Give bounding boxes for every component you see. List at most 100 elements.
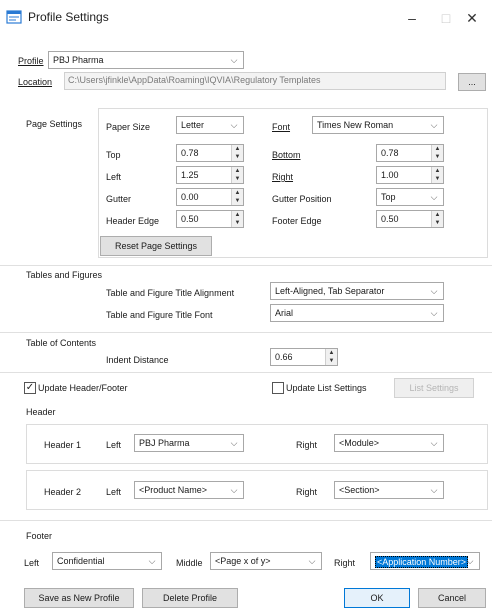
profile-settings-icon (6, 10, 22, 24)
header1-left-label: Left (106, 440, 122, 450)
spin-arrows-icon[interactable]: ▲ ▼ (431, 211, 443, 227)
footer-right-label: Right (334, 558, 356, 568)
chevron-down-icon: ⌵ (230, 120, 238, 130)
spin-arrows-icon[interactable]: ▲ ▼ (231, 167, 243, 183)
chevron-down-icon: ⌵ (308, 556, 316, 566)
page-settings-section-label: Page Settings (26, 119, 83, 129)
header1-right-label: Right (296, 440, 318, 450)
footer-middle-value: <Page x of y> (215, 556, 271, 566)
chevron-down-icon: ⌵ (430, 120, 438, 130)
header1-left-value: PBJ Pharma (139, 438, 190, 448)
header1-left-dropdown[interactable]: PBJ Pharma ⌵ (134, 434, 244, 452)
spin-arrows-icon[interactable]: ▲ ▼ (231, 211, 243, 227)
header-edge-label: Header Edge (106, 216, 160, 226)
header1-right-value: <Module> (339, 438, 380, 448)
chevron-down-icon: ⌵ (230, 55, 238, 65)
divider (0, 520, 492, 521)
bottom-stepper[interactable]: 0.78 ▲ ▼ (376, 144, 444, 162)
footer-left-dropdown[interactable]: Confidential ⌵ (52, 552, 162, 570)
header2-left-label: Left (106, 487, 122, 497)
font-label: Font (272, 122, 291, 132)
footer-section-label: Footer (26, 531, 53, 541)
cancel-button[interactable]: Cancel (418, 588, 486, 608)
profile-label: Profile (18, 56, 44, 66)
title-bar: Profile Settings – □ ✕ (0, 0, 492, 36)
title-font-dropdown[interactable]: Arial ⌵ (270, 304, 444, 322)
tables-figures-section-label: Tables and Figures (26, 270, 103, 280)
top-value: 0.78 (181, 148, 199, 158)
header2-label: Header 2 (44, 487, 82, 497)
font-value: Times New Roman (317, 120, 394, 130)
title-font-label: Table and Figure Title Font (106, 310, 213, 320)
top-stepper[interactable]: 0.78 ▲ ▼ (176, 144, 244, 162)
paper-size-dropdown[interactable]: Letter ⌵ (176, 116, 244, 134)
chevron-down-icon: ⌵ (430, 308, 438, 318)
footer-edge-label: Footer Edge (272, 216, 322, 226)
update-list-settings-label[interactable]: Update List Settings (286, 383, 367, 393)
header2-right-label: Right (296, 487, 318, 497)
footer-middle-dropdown[interactable]: <Page x of y> ⌵ (210, 552, 322, 570)
left-label: Left (106, 172, 122, 182)
footer-right-dropdown[interactable]: <Application Number> ⌵ (370, 552, 480, 570)
ok-button[interactable]: OK (344, 588, 410, 608)
checkmark-icon: ✓ (25, 382, 35, 393)
title-font-value: Arial (275, 308, 294, 318)
right-stepper[interactable]: 1.00 ▲ ▼ (376, 166, 444, 184)
gutter-position-label: Gutter Position (272, 194, 332, 204)
paper-size-label: Paper Size (106, 122, 151, 132)
footer-edge-stepper[interactable]: 0.50 ▲ ▼ (376, 210, 444, 228)
location-label: Location (18, 77, 53, 87)
title-alignment-dropdown[interactable]: Left-Aligned, Tab Separator ⌵ (270, 282, 444, 300)
spin-arrows-icon[interactable]: ▲ ▼ (231, 189, 243, 205)
gutter-position-dropdown[interactable]: Top ⌵ (376, 188, 444, 206)
gutter-label: Gutter (106, 194, 132, 204)
footer-left-label: Left (24, 558, 40, 568)
chevron-down-icon: ⌵ (148, 556, 156, 566)
paper-size-value: Letter (181, 120, 205, 130)
close-button[interactable]: ✕ (452, 0, 492, 36)
divider (0, 265, 492, 266)
header-section-label: Header (26, 407, 56, 417)
gutter-value: 0.00 (181, 192, 199, 202)
browse-button[interactable]: ... (458, 73, 486, 91)
spin-arrows-icon[interactable]: ▲ ▼ (325, 349, 337, 365)
save-as-new-profile-button[interactable]: Save as New Profile (24, 588, 134, 608)
header2-left-dropdown[interactable]: <Product Name> ⌵ (134, 481, 244, 499)
spin-arrows-icon[interactable]: ▲ ▼ (431, 145, 443, 161)
window-title: Profile Settings (28, 10, 109, 24)
footer-edge-value: 0.50 (381, 214, 399, 224)
bottom-value: 0.78 (381, 148, 399, 158)
left-stepper[interactable]: 1.25 ▲ ▼ (176, 166, 244, 184)
chevron-down-icon: ⌵ (430, 192, 438, 202)
spin-arrows-icon[interactable]: ▲ ▼ (231, 145, 243, 161)
spin-arrows-icon[interactable]: ▲ ▼ (431, 167, 443, 183)
delete-profile-button[interactable]: Delete Profile (142, 588, 238, 608)
list-settings-button: List Settings (394, 378, 474, 398)
indent-distance-label: Indent Distance (106, 355, 169, 365)
header2-left-value: <Product Name> (139, 485, 208, 495)
font-dropdown[interactable]: Times New Roman ⌵ (312, 116, 444, 134)
update-list-settings-checkbox[interactable] (272, 382, 284, 394)
chevron-down-icon: ⌵ (230, 438, 238, 448)
left-value: 1.25 (181, 170, 199, 180)
header-edge-stepper[interactable]: 0.50 ▲ ▼ (176, 210, 244, 228)
update-header-footer-label[interactable]: Update Header/Footer (38, 383, 128, 393)
reset-page-settings-button[interactable]: Reset Page Settings (100, 236, 212, 256)
chevron-down-icon: ⌵ (430, 485, 438, 495)
indent-distance-stepper[interactable]: 0.66 ▲ ▼ (270, 348, 338, 366)
update-header-footer-checkbox[interactable]: ✓ (24, 382, 36, 394)
footer-left-value: Confidential (57, 556, 105, 566)
gutter-position-value: Top (381, 192, 396, 202)
chevron-down-icon: ⌵ (230, 485, 238, 495)
title-alignment-value: Left-Aligned, Tab Separator (275, 286, 385, 296)
chevron-down-icon: ⌵ (466, 556, 474, 566)
header1-right-dropdown[interactable]: <Module> ⌵ (334, 434, 444, 452)
title-alignment-label: Table and Figure Title Alignment (106, 288, 235, 298)
profile-dropdown[interactable]: PBJ Pharma ⌵ (48, 51, 244, 69)
indent-distance-value: 0.66 (275, 352, 293, 362)
gutter-stepper[interactable]: 0.00 ▲ ▼ (176, 188, 244, 206)
header2-right-dropdown[interactable]: <Section> ⌵ (334, 481, 444, 499)
footer-right-value: <Application Number> (375, 556, 469, 568)
header1-label: Header 1 (44, 440, 82, 450)
chevron-down-icon: ⌵ (430, 286, 438, 296)
